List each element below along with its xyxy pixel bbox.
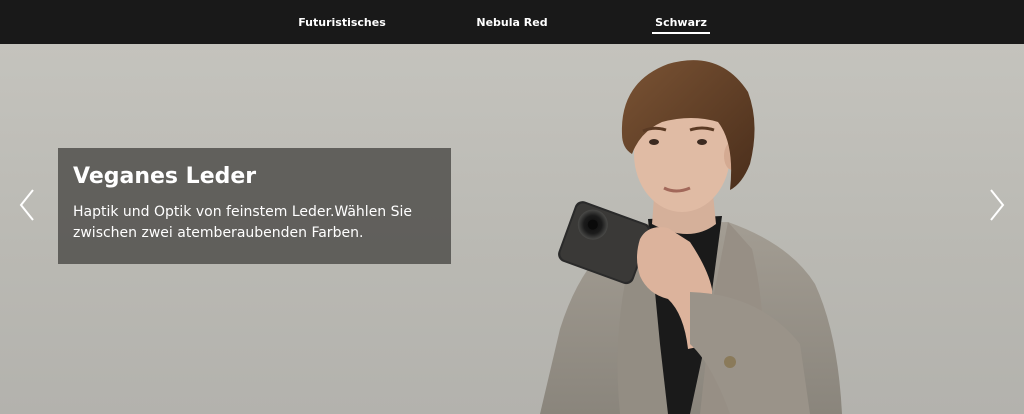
- hero-slide: Veganes Leder Haptik und Optik von feins…: [0, 44, 1024, 414]
- tab-schwarz[interactable]: Schwarz: [652, 0, 710, 44]
- tab-label: Nebula Red: [476, 15, 548, 29]
- next-slide-button[interactable]: [982, 186, 1010, 224]
- previous-slide-button[interactable]: [14, 186, 42, 224]
- chevron-left-icon: [19, 189, 34, 221]
- chevron-right-icon: [990, 189, 1005, 221]
- tab-nebula-red[interactable]: Nebula Red: [472, 0, 552, 44]
- color-tab-bar: Futuristisches Nebula Red Schwarz: [0, 0, 1024, 44]
- active-tab-indicator: [652, 32, 710, 34]
- feature-caption-box: Veganes Leder Haptik und Optik von feins…: [58, 148, 451, 264]
- feature-description: Haptik und Optik von feinstem Leder.Wähl…: [73, 204, 413, 241]
- tab-futuristisches[interactable]: Futuristisches: [296, 0, 388, 44]
- product-color-carousel: Futuristisches Nebula Red Schwarz Vegane…: [0, 0, 1024, 414]
- tab-label: Schwarz: [655, 15, 707, 29]
- feature-title: Veganes Leder: [73, 164, 257, 189]
- tab-label: Futuristisches: [298, 15, 386, 29]
